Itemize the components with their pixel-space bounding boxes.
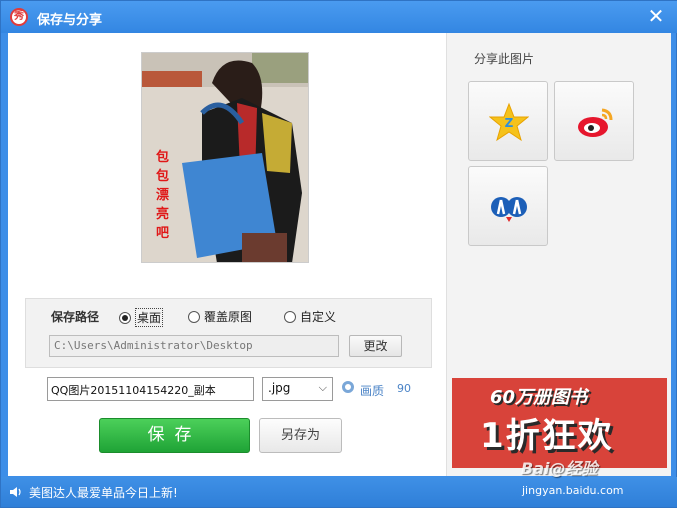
weibo-icon bbox=[578, 108, 613, 137]
radio-custom-label: 自定义 bbox=[300, 310, 337, 324]
save-share-window: 秀 保存与分享 ✕ 包包漂亮吧 保存路径 桌面 覆盖原图 自定义 C:\User… bbox=[0, 0, 677, 508]
speaker-icon bbox=[10, 487, 21, 497]
photo-preview: 包包漂亮吧 bbox=[141, 52, 309, 263]
title-bar[interactable]: 秀 保存与分享 ✕ bbox=[1, 1, 677, 33]
ad-subheadline: 1折狂欢 bbox=[480, 416, 614, 456]
close-button[interactable]: ✕ bbox=[646, 6, 666, 26]
save-path-box: 保存路径 桌面 覆盖原图 自定义 C:\Users\Administrator\… bbox=[25, 298, 432, 368]
share-panel: 分享此图片 Z 60万册图书 1折狂欢 bbox=[446, 33, 671, 476]
chevron-down-icon: ⌵ bbox=[318, 381, 327, 394]
quality-link[interactable]: 画质 bbox=[360, 382, 384, 399]
radio-unchecked-icon bbox=[188, 310, 200, 323]
window-title: 保存与分享 bbox=[37, 13, 103, 28]
svg-text:Z: Z bbox=[505, 116, 514, 130]
radio-checked-icon bbox=[119, 311, 131, 324]
share-title: 分享此图片 bbox=[474, 52, 535, 66]
qzone-icon: Z bbox=[489, 102, 529, 142]
change-path-button[interactable]: 更改 bbox=[349, 335, 402, 357]
watermark-url: jingyan.baidu.com bbox=[522, 484, 624, 497]
radio-desktop-label: 桌面 bbox=[135, 308, 164, 327]
share-qzone-button[interactable]: Z bbox=[468, 81, 548, 161]
radio-custom[interactable]: 自定义 bbox=[284, 308, 336, 325]
save-path-field[interactable]: C:\Users\Administrator\Desktop bbox=[49, 335, 339, 357]
dialog-body: 包包漂亮吧 保存路径 桌面 覆盖原图 自定义 C:\Users\Administ… bbox=[8, 33, 671, 476]
radio-overwrite[interactable]: 覆盖原图 bbox=[188, 308, 252, 325]
status-message[interactable]: 美图达人最爱单品今日上新! bbox=[29, 484, 178, 501]
save-path-label: 保存路径 bbox=[51, 310, 100, 324]
gear-icon[interactable] bbox=[342, 381, 354, 393]
save-panel: 包包漂亮吧 保存路径 桌面 覆盖原图 自定义 C:\Users\Administ… bbox=[8, 33, 446, 476]
watermark-brand: Bai@经验 bbox=[521, 459, 598, 478]
share-weibo-button[interactable] bbox=[554, 81, 634, 161]
save-button[interactable]: 保存 bbox=[99, 418, 250, 453]
ad-headline: 60万册图书 bbox=[490, 387, 588, 408]
filename-input[interactable]: QQ图片20151104154220_副本 bbox=[47, 377, 254, 401]
meitu-logo-icon: 秀 bbox=[10, 8, 28, 26]
extension-select[interactable]: .jpg ⌵ bbox=[262, 377, 333, 401]
save-as-button[interactable]: 另存为 bbox=[259, 418, 342, 453]
extension-value: .jpg bbox=[268, 381, 291, 395]
renren-icon bbox=[491, 197, 527, 222]
radio-unchecked-icon bbox=[284, 310, 296, 323]
quality-value: 90 bbox=[397, 382, 411, 395]
radio-desktop[interactable]: 桌面 bbox=[119, 308, 164, 327]
radio-overwrite-label: 覆盖原图 bbox=[204, 310, 253, 324]
photo-caption: 包包漂亮吧 bbox=[156, 150, 170, 241]
share-renren-button[interactable] bbox=[468, 166, 548, 246]
